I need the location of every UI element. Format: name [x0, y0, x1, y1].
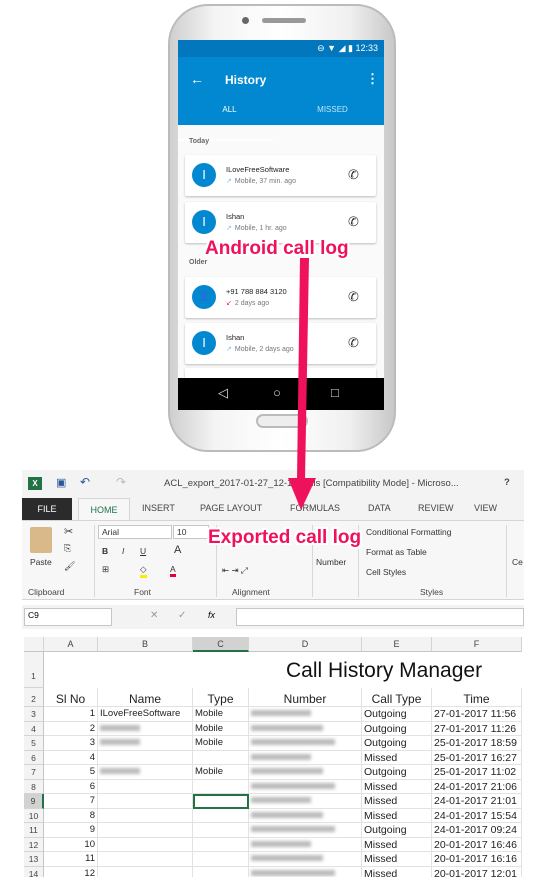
annotation-arrow: [288, 258, 316, 510]
arrow-shaft: [297, 258, 309, 480]
annotation-excel: Exported call log: [208, 527, 362, 548]
arrow-head: [288, 478, 316, 510]
annotation-android: Android call log: [205, 238, 349, 259]
